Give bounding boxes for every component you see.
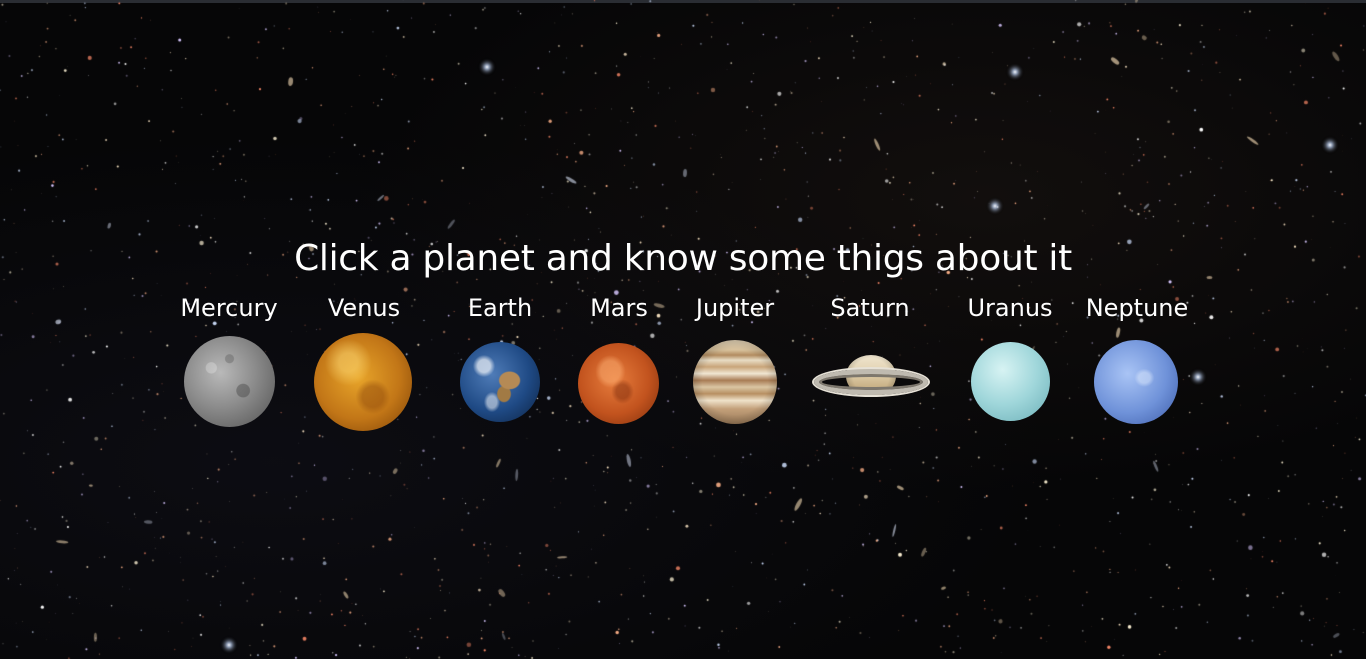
neptune-icon[interactable] [1094,340,1178,424]
venus-icon[interactable] [314,333,412,431]
saturn-ring [814,369,928,395]
earth-icon[interactable] [460,342,540,422]
page: Click a planet and know some thigs about… [0,0,1366,659]
mars-icon[interactable] [578,343,659,424]
planet-label-jupiter[interactable]: Jupiter [696,292,774,324]
mercury-icon[interactable] [184,336,275,427]
uranus-icon[interactable] [971,342,1050,421]
planet-label-neptune[interactable]: Neptune [1086,292,1189,324]
planet-label-saturn[interactable]: Saturn [830,292,909,324]
planet-label-mars[interactable]: Mars [590,292,648,324]
planet-label-mercury[interactable]: Mercury [180,292,277,324]
planet-label-uranus[interactable]: Uranus [967,292,1052,324]
planet-label-venus[interactable]: Venus [328,292,400,324]
planet-label-earth[interactable]: Earth [468,292,532,324]
jupiter-icon[interactable] [693,340,777,424]
page-title: Click a planet and know some thigs about… [294,238,1072,279]
starfield-background [0,0,1366,659]
